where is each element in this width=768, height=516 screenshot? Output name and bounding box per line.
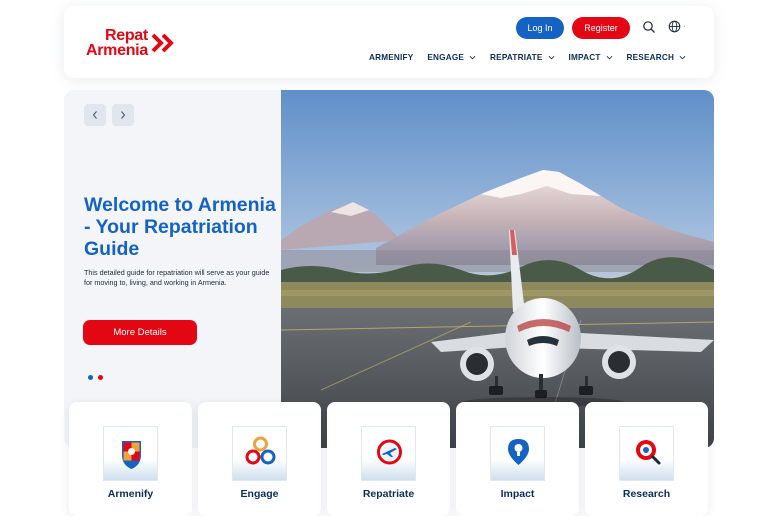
nav-item-armenify[interactable]: ARMENIFY xyxy=(369,53,413,62)
nav-item-label: RESEARCH xyxy=(626,53,675,62)
nav-item-impact[interactable]: IMPACT xyxy=(569,53,613,62)
search-icon[interactable] xyxy=(642,20,656,34)
language-selector[interactable]: · xyxy=(668,19,688,33)
nav-item-label: IMPACT xyxy=(568,53,601,62)
card-label: Repatriate xyxy=(362,488,415,500)
chevron-down-icon xyxy=(679,55,686,60)
login-button[interactable]: Log In xyxy=(516,17,564,39)
hero-title: Welcome to Armenia - Your Repatriation G… xyxy=(84,194,276,260)
lightbulb-pin-icon xyxy=(508,439,529,465)
repat-armenia-logo[interactable]: Repat Armenia xyxy=(86,27,175,60)
logo-arrows-icon xyxy=(151,33,174,53)
slider-dots xyxy=(88,375,103,380)
magnifier-icon xyxy=(636,440,661,465)
nav-item-research[interactable]: RESEARCH xyxy=(627,53,687,62)
card-label: Research xyxy=(622,488,671,500)
card-label: Armenify xyxy=(107,488,154,500)
plane-badge-icon xyxy=(377,439,402,465)
card-label: Engage xyxy=(240,488,279,500)
chevron-left-icon xyxy=(92,111,97,119)
nav-item-repatriate[interactable]: REPATRIATE xyxy=(490,53,555,62)
card-armenify[interactable]: Armenify xyxy=(69,402,192,516)
card-impact[interactable]: Impact xyxy=(456,402,579,516)
nav-item-engage[interactable]: ENGAGE xyxy=(427,53,476,62)
chevron-down-icon xyxy=(469,55,476,60)
chevron-right-icon xyxy=(121,111,126,119)
slider-next-button[interactable] xyxy=(112,104,134,126)
nav-item-label: ENGAGE xyxy=(427,53,465,62)
language-indicator: · xyxy=(683,21,686,31)
logo-line-1: Repat xyxy=(104,27,148,44)
card-repatriate[interactable]: Repatriate xyxy=(327,402,450,516)
slider-prev-button[interactable] xyxy=(84,104,106,126)
nav-item-label: ARMENIFY xyxy=(369,53,414,62)
chevron-down-icon xyxy=(548,55,554,60)
chevron-down-icon xyxy=(606,55,612,60)
register-button[interactable]: Register xyxy=(572,17,630,39)
globe-icon xyxy=(668,20,681,32)
site-header: Repat Armenia Log In Register · ARMENIFY… xyxy=(64,6,714,78)
shield-crest-icon xyxy=(122,441,141,469)
hero-slider: Welcome to Armenia - Your Repatriation G… xyxy=(64,90,714,448)
card-research[interactable]: Research xyxy=(585,402,708,516)
rings-icon xyxy=(245,436,276,465)
hero-description: This detailed guide for repatriation wil… xyxy=(84,268,270,287)
main-navigation: ARMENIFY ENGAGE REPATRIATE IMPACT RESEAR… xyxy=(369,53,700,62)
more-details-button[interactable]: More Details xyxy=(83,320,197,345)
slider-dot-1[interactable] xyxy=(88,375,93,380)
card-label: Impact xyxy=(500,488,535,500)
hero-image-ararat-airplane xyxy=(281,90,714,448)
category-cards: Armenify Engage Repatriate Impact Resear… xyxy=(69,402,708,516)
card-engage[interactable]: Engage xyxy=(198,402,321,516)
logo-line-2: Armenia xyxy=(86,42,148,60)
slider-dot-2[interactable] xyxy=(98,375,103,380)
nav-item-label: REPATRIATE xyxy=(490,53,543,62)
